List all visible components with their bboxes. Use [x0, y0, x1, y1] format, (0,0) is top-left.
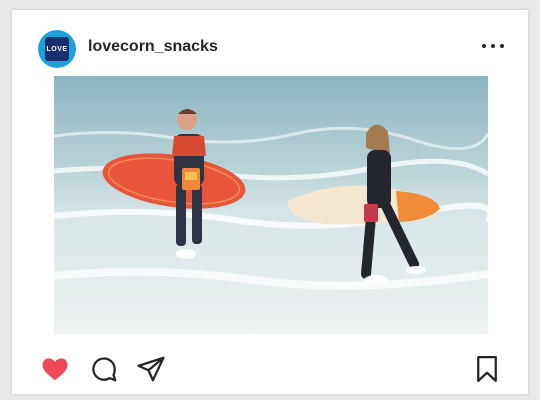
post-card: LOVE lovecorn_snacks — [12, 10, 528, 394]
avatar-logo: LOVE — [45, 37, 69, 61]
avatar[interactable]: LOVE — [38, 30, 76, 68]
username[interactable]: lovecorn_snacks — [88, 38, 218, 56]
send-icon[interactable] — [136, 354, 166, 384]
more-options-icon[interactable] — [482, 38, 504, 54]
bookmark-icon[interactable] — [472, 354, 502, 384]
post-photo[interactable] — [54, 76, 488, 334]
post-header: LOVE lovecorn_snacks — [12, 10, 528, 76]
heart-icon[interactable] — [40, 354, 70, 384]
comment-icon[interactable] — [89, 354, 119, 384]
post-actions — [12, 334, 528, 394]
